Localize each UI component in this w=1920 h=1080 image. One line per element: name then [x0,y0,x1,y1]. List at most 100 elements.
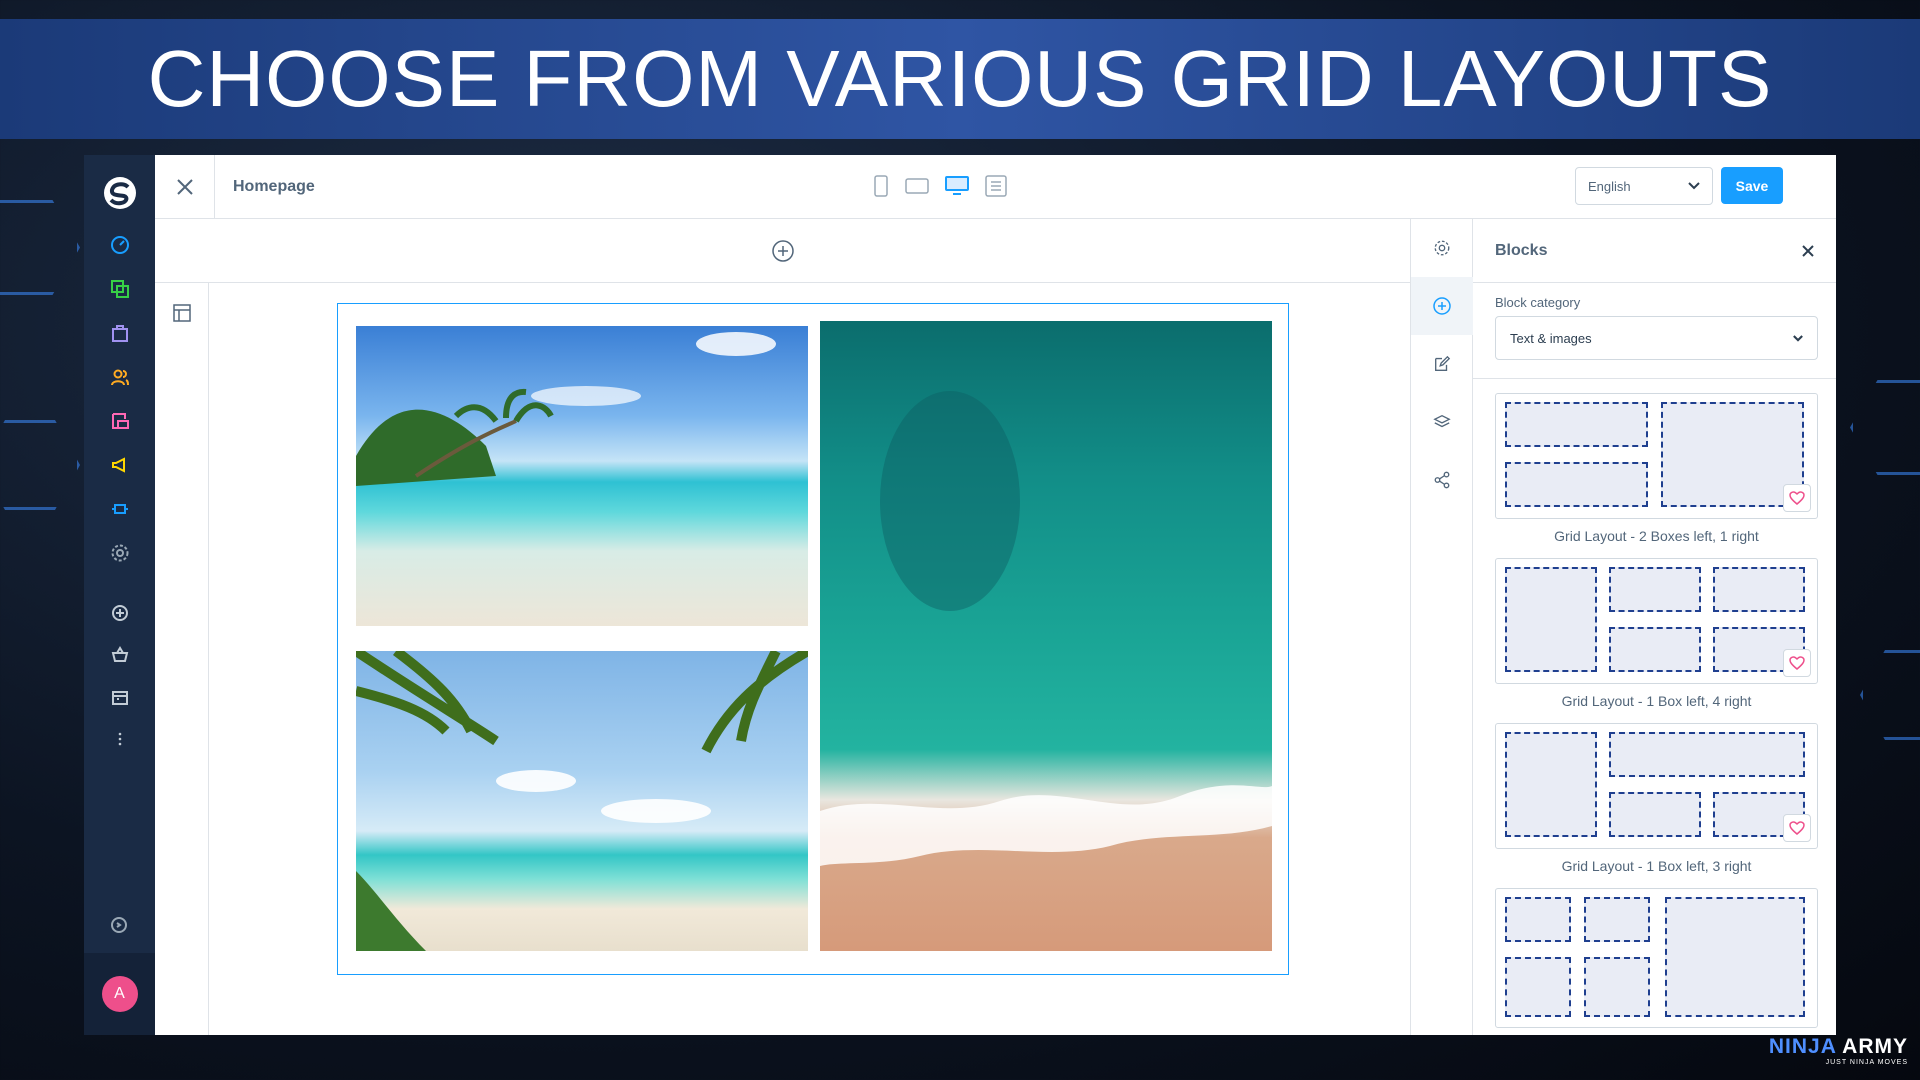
layout-box [1609,567,1701,612]
add-section-icon[interactable] [771,239,795,263]
brand-name-part: NINJA [1768,1035,1837,1058]
nav-secondary-list [110,603,130,749]
gear-icon [1434,240,1449,256]
marketing-icon[interactable] [110,455,130,475]
page-title: Homepage [233,177,315,195]
beach-image-top-left[interactable] [356,326,808,626]
share-icon [1434,471,1449,489]
add-block-icon [1432,297,1451,315]
block-preview[interactable] [1495,888,1818,1028]
close-icon [176,178,193,195]
layout-box [1505,732,1597,837]
tool-settings[interactable] [1411,219,1473,277]
block-item[interactable]: Grid Layout - 1 Box left, 3 right [1495,723,1818,874]
blocks-panel: Blocks Block category Text & images Grid… [1473,219,1836,1035]
section-settings-column [155,283,209,1035]
heart-icon [1789,491,1805,505]
layout-box [1609,792,1701,837]
layout-box [1584,957,1650,1017]
layout-box [1609,627,1701,672]
heart-icon [1789,656,1805,670]
blocks-panel-header: Blocks [1473,219,1836,283]
list-view-icon[interactable] [985,175,1007,197]
storefront-icon[interactable] [110,687,130,707]
favorite-button[interactable] [1783,814,1811,842]
desktop-viewport-icon[interactable] [945,176,969,196]
help-icon[interactable] [109,915,129,935]
hex-decoration [0,420,80,510]
tool-layers[interactable] [1411,393,1473,451]
close-panel-icon[interactable] [1802,244,1814,257]
sidebar-tools [1410,219,1473,1035]
chevron-down-icon [1793,334,1803,342]
hex-decoration [1850,380,1920,475]
main-navigation: A [84,155,155,1035]
content-icon[interactable] [110,411,130,431]
edit-icon [1434,355,1450,371]
layout-box [1665,897,1805,1017]
add-section-bar [155,219,1410,283]
layout-box [1505,402,1648,447]
block-category-label: Block category [1495,295,1581,310]
chevron-down-icon [1688,182,1700,190]
block-category-value: Text & images [1510,330,1592,346]
heart-icon [1789,821,1805,835]
save-button[interactable]: Save [1721,167,1783,204]
orders-icon[interactable] [110,323,130,343]
customers-icon[interactable] [110,367,130,387]
panel-divider [1473,378,1836,379]
grid-block[interactable] [337,303,1289,975]
ninja-army-logo: NINJA ARMY JUST NINJA MOVES [1769,1035,1908,1066]
section-layout-icon[interactable] [172,303,192,323]
nav-icon-list [110,235,130,563]
extensions-icon[interactable] [110,499,130,519]
block-preview[interactable] [1495,558,1818,684]
dashboard-icon[interactable] [110,235,130,255]
tablet-viewport-icon[interactable] [905,177,929,195]
favorite-button[interactable] [1783,649,1811,677]
block-preview[interactable] [1495,393,1818,519]
add-sales-channel-icon[interactable] [110,603,130,623]
layout-box [1505,957,1571,1017]
editor-topbar: Homepage English Save [155,155,1836,219]
hex-decoration [0,200,80,295]
favorite-button[interactable] [1783,484,1811,512]
block-item-label: Grid Layout - 1 Box left, 4 right [1561,693,1752,709]
tool-share[interactable] [1411,451,1473,509]
layout-box [1505,462,1648,507]
brand-name: NINJA ARMY [1769,1035,1908,1059]
wave-foam-graphic [820,391,1272,866]
block-item-label: Grid Layout - 1 Box left, 3 right [1561,858,1752,874]
more-vertical-icon[interactable] [110,729,130,749]
layout-box [1505,567,1597,672]
close-editor-button[interactable] [155,155,215,219]
avatar[interactable]: A [101,976,138,1012]
shopware-logo-icon[interactable] [102,175,138,211]
block-item[interactable]: Grid Layout - 2 Boxes left, 1 right [1495,393,1818,544]
editor-main: Homepage English Save Blocks Block categ… [155,155,1836,1035]
basket-icon[interactable] [110,645,130,665]
block-item[interactable] [1495,888,1818,1028]
block-preview[interactable] [1495,723,1818,849]
banner-title: CHOOSE FROM VARIOUS GRID LAYOUTS [147,34,1773,123]
layers-icon [1432,414,1451,428]
tool-add-blocks[interactable] [1410,277,1473,335]
brand-tagline: JUST NINJA MOVES [1825,1059,1908,1066]
user-area: A [84,953,155,1035]
block-category-select[interactable]: Text & images [1495,316,1818,360]
mobile-viewport-icon[interactable] [873,175,889,197]
viewport-switcher [873,175,1007,197]
language-select[interactable]: English [1575,167,1713,205]
brand-name-part: ARMY [1836,1035,1908,1058]
block-item-label: Grid Layout - 2 Boxes left, 1 right [1554,528,1759,544]
island-palm-graphic [356,332,776,486]
block-item[interactable]: Grid Layout - 1 Box left, 4 right [1495,558,1818,709]
aerial-ocean-image[interactable] [820,321,1272,951]
layout-box [1609,732,1805,777]
tool-edit[interactable] [1411,335,1473,393]
layout-box [1505,897,1571,942]
page-canvas [155,219,1411,1035]
settings-icon[interactable] [110,543,130,563]
catalogue-icon[interactable] [110,279,130,299]
beach-image-bottom-left[interactable] [356,651,808,951]
